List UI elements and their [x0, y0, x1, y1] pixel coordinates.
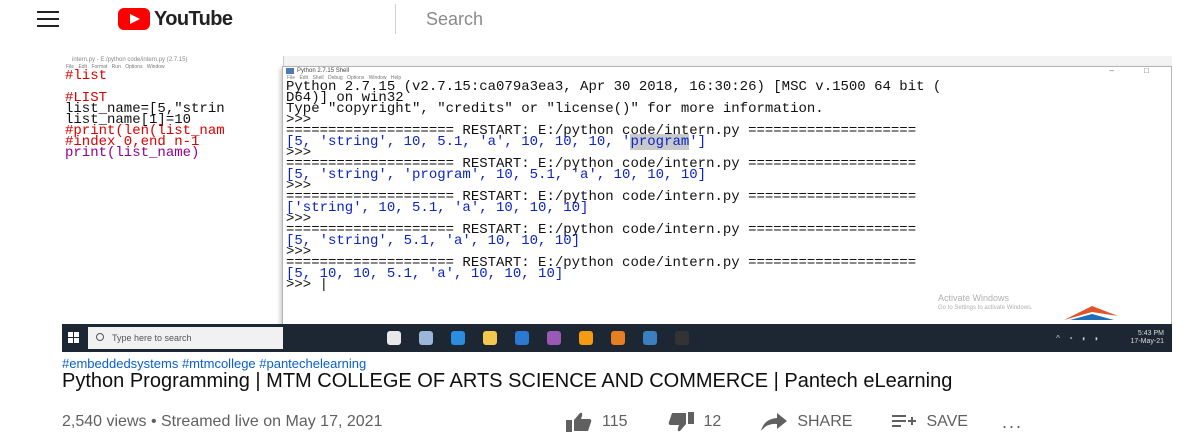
top-bar: YouTube: [0, 0, 1195, 38]
dislike-button[interactable]: 12: [668, 412, 722, 432]
windows-start-icon[interactable]: [68, 332, 80, 343]
video-player[interactable]: intern.py - E:/python code/intern.py (2.…: [62, 56, 1172, 352]
taskbar-app-icon[interactable]: [547, 331, 561, 345]
thumbs-up-icon: [566, 412, 592, 432]
shell-banner-line: Type "copyright", "credits" or "license(…: [286, 101, 824, 117]
taskbar-app-icon[interactable]: [483, 331, 497, 345]
share-arrow-icon: [761, 413, 788, 431]
hashtags[interactable]: #embeddedsystems #mtmcollege #pantechele…: [62, 356, 366, 371]
shell-output-line: [5, 'string', 5.1, 'a', 10, 10, 10]: [286, 233, 581, 249]
shell-output-line: [5, 'string', 10, 5.1, 'a', 10, 10, 10, …: [286, 134, 631, 150]
taskbar-app-icon[interactable]: [675, 331, 689, 345]
search-box[interactable]: [395, 4, 815, 34]
shell-title: Python 2.7.15 Shell: [297, 68, 350, 74]
share-label: SHARE: [797, 413, 853, 430]
playlist-add-icon: [892, 415, 917, 427]
shell-output-line: ['string', 10, 5.1, 'a', 10, 10, 10]: [286, 200, 589, 216]
watermark-subtitle: Go to Settings to activate Windows.: [938, 305, 1033, 311]
youtube-logo[interactable]: YouTube: [118, 7, 233, 30]
hamburger-menu-icon[interactable]: [37, 11, 59, 27]
video-meta: 2,540 views • Streamed live on May 17, 2…: [62, 413, 383, 430]
clock-date: 17-May-21: [1130, 338, 1164, 345]
search-input[interactable]: [396, 4, 815, 34]
pantech-logo: [1064, 306, 1118, 320]
taskbar-clock: 5:43 PM 17-May-21: [1131, 330, 1164, 346]
idle-editor-window: intern.py - E:/python code/intern.py (2.…: [62, 56, 284, 324]
editor-code-line: print(list_name): [65, 145, 200, 161]
youtube-play-icon: [118, 8, 150, 30]
taskbar-apps: [387, 331, 689, 345]
editor-title: intern.py - E:/python code/intern.py (2.…: [72, 57, 188, 63]
youtube-wordmark: YouTube: [154, 7, 233, 30]
taskbar-app-icon[interactable]: [419, 331, 433, 345]
like-button[interactable]: 115: [566, 412, 628, 432]
shell-cursor-prompt: >>> |: [286, 277, 329, 293]
taskbar-search[interactable]: Type here to search: [88, 327, 283, 349]
taskbar-app-icon[interactable]: [515, 331, 529, 345]
taskbar-app-icon[interactable]: [579, 331, 593, 345]
windows-taskbar: Type here to search ^ ◔ ◖ ◗ 5:43 PM 17-M…: [62, 324, 1172, 352]
taskbar-app-icon[interactable]: [387, 331, 401, 345]
thumbs-down-icon: [668, 412, 694, 432]
clock-time: 5:43 PM: [1137, 330, 1164, 337]
video-title: Python Programming | MTM COLLEGE OF ARTS…: [62, 370, 953, 392]
highlighted-text: program: [630, 134, 690, 150]
action-bar: 115 12 SHARE SAVE ...: [566, 412, 1023, 432]
watermark-title: Activate Windows: [938, 293, 1010, 303]
save-button[interactable]: SAVE: [892, 413, 968, 431]
taskbar-search-placeholder: Type here to search: [112, 333, 192, 343]
window-controls: – □: [1109, 66, 1163, 75]
taskbar-app-icon[interactable]: [611, 331, 625, 345]
system-tray-icons: ^ ◔ ◖ ◗: [1056, 334, 1102, 343]
editor-code-line: #list: [65, 68, 108, 84]
python-shell-window: Python 2.7.15 Shell – □ File Edit Shell …: [282, 66, 1172, 328]
save-label: SAVE: [926, 413, 968, 430]
shell-output: Python 2.7.15 (v2.7.15:ca079a3ea3, Apr 3…: [286, 79, 942, 293]
python-icon: [286, 68, 294, 74]
more-actions-button[interactable]: ...: [1002, 412, 1023, 433]
taskbar-app-icon[interactable]: [643, 331, 657, 345]
dislike-count: 12: [703, 413, 722, 430]
activate-windows-watermark: Activate Windows Go to Settings to activ…: [938, 293, 1033, 313]
search-icon: [96, 333, 104, 341]
share-button[interactable]: SHARE: [761, 413, 852, 431]
editor-code: #list #LIST list_name=[5,"strin list_name[…: [62, 68, 283, 161]
taskbar-app-icon[interactable]: [451, 331, 465, 345]
like-count: 115: [602, 413, 628, 430]
shell-output-line: [5, 'string', 'program', 10, 5.1, 'a', 1…: [286, 167, 707, 183]
